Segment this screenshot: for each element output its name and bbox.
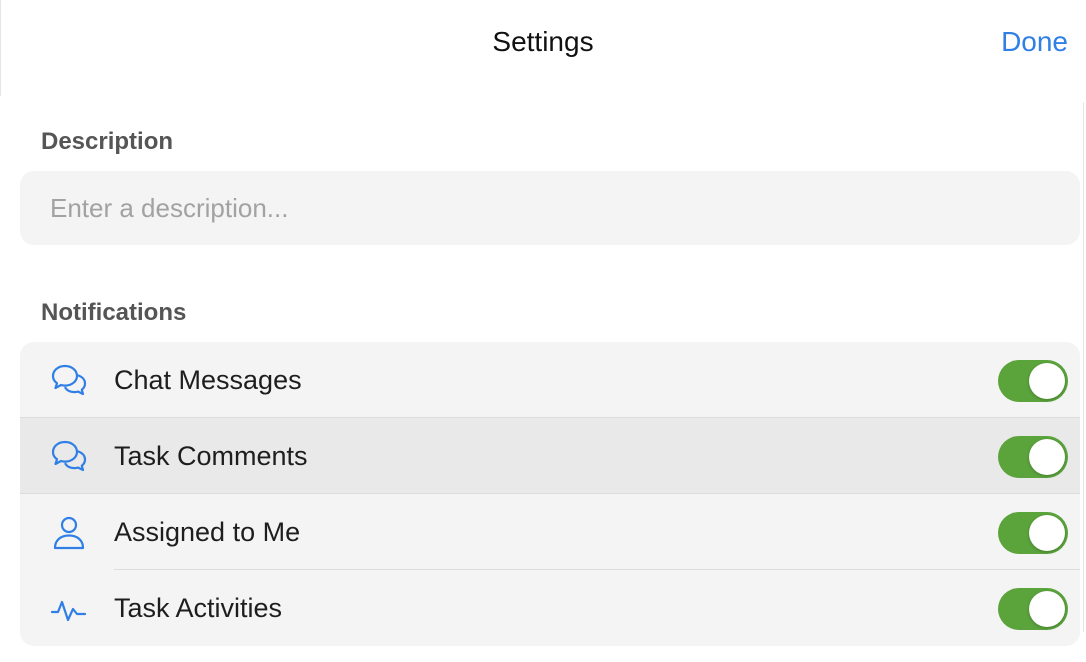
notification-label: Task Comments (114, 441, 308, 471)
notifications-section-header: Notifications (41, 299, 187, 326)
page-title: Settings (492, 26, 594, 57)
toggle-knob (1029, 439, 1065, 475)
chat-bubbles-icon (50, 362, 88, 400)
notifications-list: Chat Messages Task Comments Assigned to … (20, 342, 1080, 646)
done-button[interactable]: Done (1001, 26, 1068, 58)
toggle-knob (1029, 363, 1065, 399)
person-icon (50, 514, 88, 552)
toggle-knob (1029, 515, 1065, 551)
notification-label: Assigned to Me (114, 517, 301, 547)
settings-sheet: Settings Done Description Notifications … (0, 0, 1086, 662)
assigned-to-me-toggle[interactable] (998, 512, 1068, 554)
task-activities-toggle[interactable] (998, 588, 1068, 630)
notification-row-assigned-to-me[interactable]: Assigned to Me (20, 494, 1080, 570)
description-field[interactable] (20, 171, 1080, 245)
description-section-header: Description (41, 128, 174, 155)
description-input[interactable] (20, 171, 1080, 245)
scroll-indicator (1083, 102, 1084, 632)
chat-bubbles-icon (50, 438, 88, 476)
activity-pulse-icon (50, 590, 88, 628)
chat-messages-toggle[interactable] (998, 360, 1068, 402)
notification-row-task-comments[interactable]: Task Comments (20, 418, 1080, 494)
notification-label: Chat Messages (114, 365, 302, 395)
notification-row-task-activities[interactable]: Task Activities (20, 570, 1080, 646)
toggle-knob (1029, 591, 1065, 627)
notification-label: Task Activities (114, 593, 283, 623)
task-comments-toggle[interactable] (998, 436, 1068, 478)
notification-row-chat-messages[interactable]: Chat Messages (20, 342, 1080, 418)
